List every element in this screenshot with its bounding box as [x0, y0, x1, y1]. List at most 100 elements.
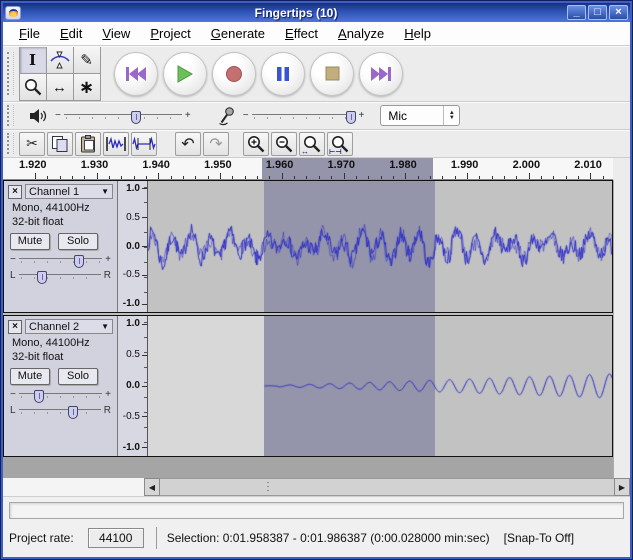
tooltip-message-bar — [9, 502, 624, 519]
microphone-icon — [217, 106, 235, 126]
scrollbar-spacer — [3, 478, 144, 496]
silence-button[interactable] — [131, 132, 157, 156]
scroll-left-button[interactable]: ◀ — [144, 478, 160, 496]
menu-help[interactable]: Help — [394, 24, 441, 43]
track-channel-2: × Channel 2 ▼ Mono, 44100Hz 32-bit float… — [3, 315, 613, 457]
copy-button[interactable] — [47, 132, 73, 156]
status-bar: Project rate: 44100 Selection: 0:01.9583… — [3, 496, 630, 557]
toolbar-grip[interactable] — [7, 133, 14, 154]
menu-generate[interactable]: Generate — [201, 24, 275, 43]
speaker-icon — [29, 108, 47, 124]
menu-project[interactable]: Project — [140, 24, 200, 43]
selection-tool-button[interactable]: I — [19, 46, 47, 74]
toolbar-grip[interactable] — [7, 52, 14, 95]
stop-button[interactable] — [310, 52, 354, 96]
multi-tool-button[interactable]: ∗ — [73, 73, 101, 101]
track2-gain-slider[interactable]: − + — [10, 389, 111, 401]
selection-status-text: Selection: 0:01.958387 - 0:01.986387 (0:… — [167, 531, 490, 545]
track2-vertical-ruler: 1.0 0.5 0.0 -0.5 -1.0 — [118, 316, 148, 456]
zoom-out-button[interactable] — [271, 132, 297, 156]
maximize-button[interactable]: □ — [588, 5, 607, 20]
track2-title-menu[interactable]: Channel 2 ▼ — [25, 319, 113, 334]
silence-icon — [132, 135, 156, 153]
pencil-icon: ✎ — [80, 51, 93, 69]
spinner-icon[interactable]: ▲▼ — [443, 106, 459, 125]
output-volume-thumb[interactable] — [131, 111, 141, 124]
audacity-logo-icon[interactable] — [5, 6, 21, 20]
track1-title-menu[interactable]: Channel 1 ▼ — [25, 184, 113, 199]
play-button[interactable] — [163, 52, 207, 96]
input-volume-slider[interactable]: − + — [243, 110, 365, 122]
track1-close-button[interactable]: × — [8, 185, 22, 199]
scroll-right-button[interactable]: ▶ — [614, 478, 630, 496]
ruler-tick-label: 1.940 — [142, 159, 170, 171]
menu-effect[interactable]: Effect — [275, 24, 328, 43]
envelope-tool-button[interactable] — [46, 46, 74, 74]
fit-selection-button[interactable]: ↔ — [299, 132, 325, 156]
redo-button[interactable]: ↷ — [203, 132, 229, 156]
scrollbar-track[interactable] — [160, 478, 614, 496]
track1-solo-button[interactable]: Solo — [58, 233, 98, 250]
zoom-tool-button[interactable] — [19, 73, 47, 101]
zoom-in-button[interactable] — [243, 132, 269, 156]
scrollbar-thumb-grip[interactable] — [265, 482, 272, 492]
record-button[interactable] — [212, 52, 256, 96]
project-rate-box[interactable]: 44100 — [88, 528, 144, 548]
ruler-tick-label: 1.970 — [328, 159, 356, 171]
menubar: File Edit View Project Generate Effect A… — [3, 22, 630, 46]
copy-icon — [50, 134, 70, 154]
undo-icon: ↶ — [181, 134, 194, 154]
track2-gain-thumb[interactable] — [34, 390, 44, 403]
toolbar-grip[interactable] — [7, 105, 14, 126]
plus-label: + — [185, 111, 191, 121]
track2-waveform-canvas[interactable] — [148, 316, 612, 456]
track-channel-1: × Channel 1 ▼ Mono, 44100Hz 32-bit float… — [3, 180, 613, 313]
timeline-ruler[interactable]: 1.9201.9301.9401.9501.9601.9701.9801.990… — [3, 158, 613, 180]
horizontal-scrollbar: ◀ ▶ — [3, 478, 630, 496]
track1-gain-slider[interactable]: − + — [10, 254, 111, 266]
track2-close-button[interactable]: × — [8, 320, 22, 334]
ruler-tick-label: 2.010 — [574, 159, 602, 171]
track1-pan-slider[interactable]: L R — [10, 270, 111, 282]
track2-control-panel: × Channel 2 ▼ Mono, 44100Hz 32-bit float… — [4, 316, 118, 456]
menu-file[interactable]: File — [9, 24, 50, 43]
track2-solo-button[interactable]: Solo — [58, 368, 98, 385]
track1-mute-button[interactable]: Mute — [10, 233, 50, 250]
track2-pan-thumb[interactable] — [68, 406, 78, 419]
fit-project-button[interactable]: ⊢⊣ — [327, 132, 353, 156]
close-button[interactable]: × — [609, 5, 628, 20]
menu-view[interactable]: View — [92, 24, 140, 43]
output-volume-slider[interactable]: − + — [55, 110, 191, 122]
pause-button[interactable] — [261, 52, 305, 96]
input-source-dropdown[interactable]: Mic ▲▼ — [380, 105, 460, 126]
trim-button[interactable] — [103, 132, 129, 156]
transport-controls — [114, 52, 403, 96]
paste-button[interactable] — [75, 132, 101, 156]
tool-grid: I ✎ ↔ ∗ — [19, 47, 100, 101]
ruler-tick-label: 1.920 — [19, 159, 47, 171]
timeshift-tool-button[interactable]: ↔ — [46, 73, 74, 101]
skip-to-start-button[interactable] — [114, 52, 158, 96]
pause-icon — [275, 66, 291, 82]
minimize-button[interactable]: _ — [567, 5, 586, 20]
track1-pan-thumb[interactable] — [37, 271, 47, 284]
vertical-scrollbar[interactable] — [613, 180, 630, 478]
track2-waveform-area[interactable] — [148, 316, 612, 456]
minus-label: − — [55, 111, 61, 121]
skip-to-end-button[interactable] — [359, 52, 403, 96]
undo-button[interactable]: ↶ — [175, 132, 201, 156]
track1-waveform-area[interactable] — [148, 181, 612, 312]
input-volume-thumb[interactable] — [346, 111, 356, 124]
track2-pan-slider[interactable]: L R — [10, 405, 111, 417]
track1-waveform-canvas[interactable] — [148, 181, 612, 312]
ruler-tick-label: 1.990 — [451, 159, 479, 171]
cut-button[interactable]: ✂ — [19, 132, 45, 156]
chevron-down-icon: ▼ — [101, 187, 109, 196]
menu-analyze[interactable]: Analyze — [328, 24, 394, 43]
draw-tool-button[interactable]: ✎ — [73, 46, 101, 74]
ruler-tick-label: 2.000 — [513, 159, 541, 171]
track1-gain-thumb[interactable] — [74, 255, 84, 268]
track2-mute-button[interactable]: Mute — [10, 368, 50, 385]
ruler-gutter — [613, 158, 630, 180]
menu-edit[interactable]: Edit — [50, 24, 92, 43]
